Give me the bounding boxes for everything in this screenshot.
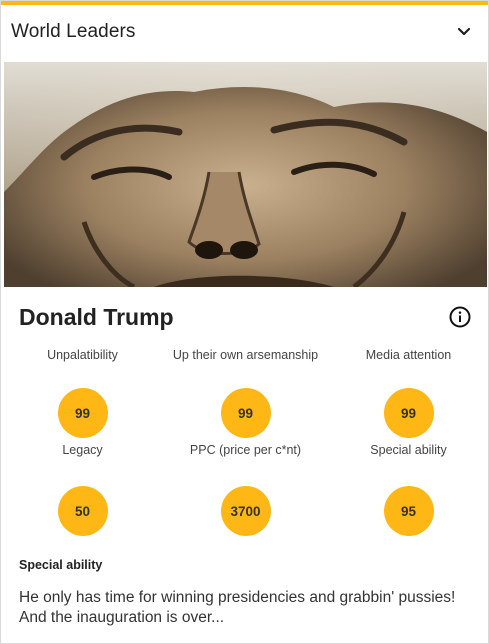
stat-label: Unpalatibility <box>47 348 118 362</box>
stats-grid: Unpalatibility 99 Up their own arsemansh… <box>1 341 489 536</box>
special-ability-title: Special ability <box>19 558 103 572</box>
category-dropdown[interactable]: World Leaders <box>1 5 488 59</box>
leader-name-row: Donald Trump <box>19 297 472 337</box>
leader-name: Donald Trump <box>19 303 174 330</box>
stat-label: Legacy <box>62 443 103 457</box>
stat-value: 99 <box>220 388 271 438</box>
stat-value: 50 <box>57 486 108 536</box>
stat-value: 3700 <box>220 486 271 536</box>
stats-row-1: Unpalatibility 99 Up their own arsemansh… <box>1 341 489 438</box>
stat-ppc: PPC (price per c*nt) 3700 <box>164 438 327 536</box>
stat-value: 99 <box>383 388 434 438</box>
stat-label: Up their own arsemanship <box>172 348 319 362</box>
stat-label: Media attention <box>365 348 452 362</box>
stat-value: 95 <box>383 486 434 536</box>
leader-card: World Leaders Donald Trump Unpalatibilit… <box>0 0 489 644</box>
stat-unpalatibility: Unpalatibility 99 <box>1 341 164 438</box>
stat-media-attention: Media attention 99 <box>327 341 489 438</box>
category-title: World Leaders <box>11 21 136 42</box>
info-circle-icon[interactable] <box>448 305 472 329</box>
stat-special-ability: Special ability 95 <box>327 438 489 536</box>
leader-portrait <box>4 62 487 287</box>
stat-legacy: Legacy 50 <box>1 438 164 536</box>
stats-row-2: Legacy 50 PPC (price per c*nt) 3700 Spec… <box>1 438 489 536</box>
special-ability-text: He only has time for winning presidencie… <box>19 589 456 626</box>
stat-label: Special ability <box>370 443 447 457</box>
chevron-down-icon[interactable] <box>456 24 472 40</box>
stat-value: 99 <box>57 388 108 438</box>
stat-arsemanship: Up their own arsemanship 99 <box>164 341 327 438</box>
stat-label: PPC (price per c*nt) <box>189 443 302 457</box>
